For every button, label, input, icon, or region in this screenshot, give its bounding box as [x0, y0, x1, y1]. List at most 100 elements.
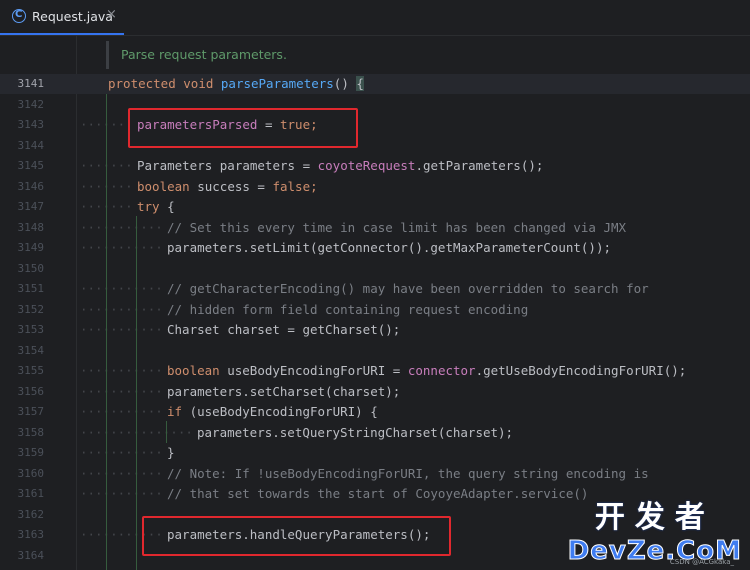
indent-dots: ··········· [80, 486, 163, 501]
code-line-3143[interactable]: 3143 ······· parametersParsed = true; [0, 115, 750, 135]
code-line-3155[interactable]: 3155 ··········· boolean useBodyEncoding… [0, 361, 750, 381]
code-segment: () [333, 76, 357, 91]
keyword: boolean [137, 179, 190, 194]
code-comment: // getCharacterEncoding() may have been … [167, 281, 649, 296]
code-comment: // Set this every time in case limit has… [167, 220, 627, 235]
code-comment: // Note: If !useBodyEncodingForURI, the … [167, 466, 649, 481]
code-text: parameters.setQueryStringCharset(charset… [197, 425, 514, 440]
keyword: void [183, 76, 214, 91]
line-number: 3154 [17, 344, 45, 357]
watermark-csdn: CSDN @ACGkaka_ [669, 558, 734, 566]
literal: false [272, 179, 311, 194]
method-name: parseParameters [220, 76, 334, 91]
code-segment: .getParameters(); [415, 158, 544, 173]
indent-dots: ··········· [80, 302, 163, 317]
line-number: 3160 [17, 467, 45, 480]
tab-request-java[interactable]: Request.java × [0, 0, 124, 35]
code-line-3148[interactable]: 3148 ··········· // Set this every time … [0, 218, 750, 238]
indent-guide [136, 216, 137, 570]
code-segment: (useBodyEncodingForURI) { [182, 404, 378, 419]
code-line-3156[interactable]: 3156 ··········· parameters.setCharset(c… [0, 382, 750, 402]
line-number: 3155 [17, 364, 45, 377]
code-text: try { [137, 199, 175, 214]
doc-comment: Parse request parameters. [121, 47, 287, 62]
line-number: 3162 [17, 508, 45, 521]
class-c-icon [12, 9, 26, 23]
line-number: 3141 [17, 77, 45, 90]
code-line-3159[interactable]: 3159 ··········· } [0, 443, 750, 463]
line-number: 3147 [17, 200, 45, 213]
line-number: 3153 [17, 323, 45, 336]
line-number: 3148 [17, 221, 45, 234]
line-number: 3161 [17, 487, 45, 500]
line-number: 3151 [17, 282, 45, 295]
code-text: } [167, 445, 175, 460]
code-text: boolean useBodyEncodingForURI = connecto… [167, 363, 686, 378]
code-line-3144[interactable]: 3144 [0, 136, 750, 156]
line-number: 3142 [17, 98, 45, 111]
code-segment: .getUseBodyEncodingForURI(); [475, 363, 687, 378]
field-name: coyoteRequest [317, 158, 416, 173]
code-line-3149[interactable]: 3149 ··········· parameters.setLimit(get… [0, 238, 750, 258]
watermark-cn: 开发者 [594, 500, 715, 535]
code-line-3146[interactable]: 3146 ······· boolean success = false; [0, 177, 750, 197]
code-line-3158[interactable]: 3158 ··············· parameters.setQuery… [0, 423, 750, 443]
indent-guide [106, 94, 107, 570]
line-number: 3149 [17, 241, 45, 254]
code-line-3153[interactable]: 3153 ··········· Charset charset = getCh… [0, 320, 750, 340]
indent-dots: ··········· [80, 384, 163, 399]
code-line-3157[interactable]: 3157 ··········· if (useBodyEncodingForU… [0, 402, 750, 422]
code-line-3142[interactable]: 3142 [0, 95, 750, 115]
code-line-3154[interactable]: 3154 [0, 341, 750, 361]
code-comment: // that set towards the start of CoyoyeA… [167, 486, 589, 501]
code-comment: // hidden form field containing request … [167, 302, 529, 317]
code-segment: useBodyEncodingForURI = [219, 363, 408, 378]
code-text: parameters.setCharset(charset); [167, 384, 401, 399]
keyword: boolean [167, 363, 220, 378]
line-number: 3157 [17, 405, 45, 418]
line-number: 3143 [17, 118, 45, 131]
indent-dots: ··········· [80, 322, 163, 337]
matched-brace: { [356, 76, 364, 91]
code-line-3141[interactable]: 3141 protected void parseParameters() { [0, 74, 750, 94]
keyword: try [137, 199, 160, 214]
code-editor[interactable]: Parse request parameters. 3141 protected… [0, 36, 750, 570]
editor-tab-bar: Request.java × [0, 0, 750, 36]
indent-guide [166, 421, 167, 443]
highlight-box [142, 516, 451, 556]
tab-label: Request.java [32, 9, 113, 24]
code-text: if (useBodyEncodingForURI) { [167, 404, 378, 419]
code-line-3152[interactable]: 3152 ··········· // hidden form field co… [0, 300, 750, 320]
watermark: 开发者 DevZe.CoM [567, 492, 742, 567]
indent-dots: ··········· [80, 363, 163, 378]
code-segment: success = [189, 179, 273, 194]
indent-dots: ··········· [80, 281, 163, 296]
field-name: connector [407, 363, 476, 378]
code-text: parameters.setLimit(getConnector().getMa… [167, 240, 612, 255]
line-number: 3150 [17, 262, 45, 275]
code-text: Parameters parameters = coyoteRequest.ge… [137, 158, 543, 173]
code-line-3147[interactable]: 3147 ······· try { [0, 197, 750, 217]
keyword: protected [108, 76, 176, 91]
line-number: 3146 [17, 180, 45, 193]
code-text: boolean success = false; [137, 179, 318, 194]
line-number: 3158 [17, 426, 45, 439]
code-line-3145[interactable]: 3145 ······· Parameters parameters = coy… [0, 156, 750, 176]
code-line-3160[interactable]: 3160 ··········· // Note: If !useBodyEnc… [0, 464, 750, 484]
indent-dots: ··········· [80, 220, 163, 235]
code-line-3150[interactable]: 3150 [0, 259, 750, 279]
indent-dots: ··········· [80, 404, 163, 419]
close-icon[interactable]: × [106, 7, 117, 22]
line-number: 3163 [17, 528, 45, 541]
line-number: 3145 [17, 159, 45, 172]
line-number: 3152 [17, 303, 45, 316]
code-line-3151[interactable]: 3151 ··········· // getCharacterEncoding… [0, 279, 750, 299]
line-number: 3159 [17, 446, 45, 459]
code-text: Charset charset = getCharset(); [167, 322, 401, 337]
doc-comment-bar [106, 41, 109, 69]
highlight-box [128, 108, 358, 148]
line-number: 3144 [17, 139, 45, 152]
line-number: 3156 [17, 385, 45, 398]
indent-dots: ··········· [80, 240, 163, 255]
indent-dots: ··········· [80, 466, 163, 481]
